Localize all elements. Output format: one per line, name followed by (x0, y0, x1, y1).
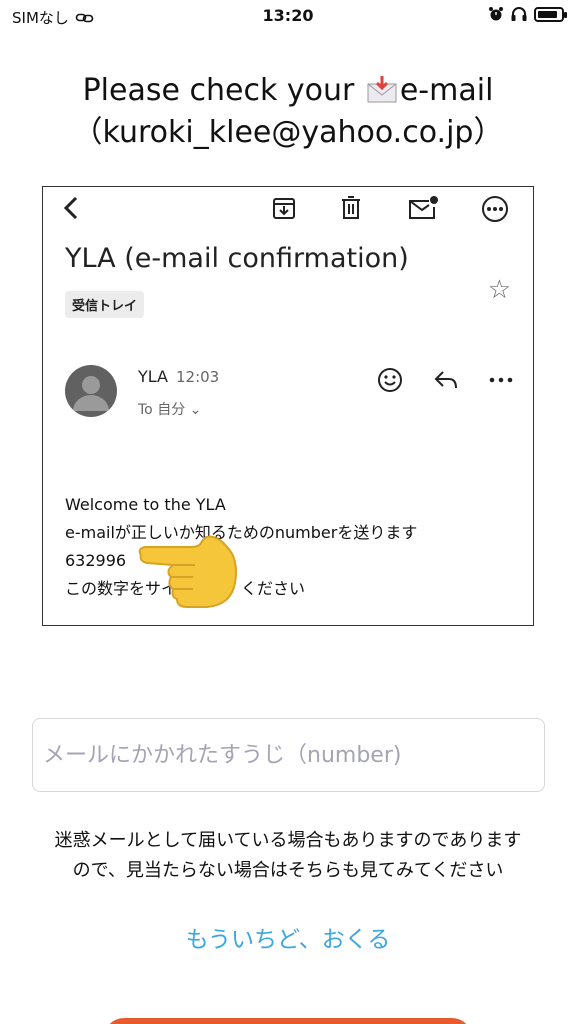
status-right (488, 6, 567, 22)
more-horizontal-icon (489, 377, 513, 383)
back-icon (63, 196, 78, 220)
title-email-address: （kuroki_klee@yahoo.co.jp） (72, 115, 504, 150)
sender-row: YLA 12:03 (138, 367, 219, 386)
spam-folder-note: 迷惑メールとして届いている場合もありますのであります ので、見当たらない場合はそ… (0, 826, 576, 886)
pointing-hand-icon (138, 535, 237, 608)
resend-link[interactable]: もういちど、おくる (0, 920, 576, 954)
delete-icon (342, 196, 360, 219)
battery-level (538, 10, 557, 18)
alarm-icon (489, 7, 503, 21)
email-preview-image: YLA (e-mail confirmation) ☆ 受信トレイ YLA 12:… (42, 186, 534, 626)
battery-icon (534, 6, 567, 22)
envelope-with-arrow-icon (367, 76, 397, 103)
person-icon (73, 376, 109, 411)
inbox-label: 受信トレイ (65, 291, 145, 318)
email-toolbar (43, 187, 533, 227)
email-actions (377, 367, 513, 393)
star-icon: ☆ (487, 275, 511, 305)
email-time: 12:03 (176, 368, 220, 386)
note-line-2: ので、見当たらない場合はそちらも見てみてください (72, 860, 504, 881)
mark-unread-icon (409, 196, 438, 219)
title-text-after: e-mail (399, 73, 494, 108)
number-input[interactable] (32, 718, 545, 792)
title-text-before: Please check your (82, 73, 364, 108)
submit-button[interactable] (104, 1018, 472, 1024)
reply-icon (434, 371, 457, 389)
email-subject: YLA (e-mail confirmation) (65, 243, 409, 274)
page-title: Please check your e-mail （kuroki_klee@ya… (0, 70, 576, 154)
note-line-1: 迷惑メールとして届いている場合もありますのであります (54, 830, 522, 851)
email-body-line-1: Welcome to the YLA (65, 495, 226, 514)
status-bar: SIMなし 13:20 (0, 0, 576, 34)
sender-name: YLA (138, 367, 168, 386)
headphones-icon (511, 7, 527, 21)
avatar (65, 365, 117, 417)
archive-icon (273, 198, 295, 219)
title-line-1: Please check your e-mail (0, 70, 576, 112)
recipient-label: To 自分 ⌄ (138, 402, 202, 418)
emoji-icon (378, 368, 402, 392)
more-icon (482, 196, 508, 222)
